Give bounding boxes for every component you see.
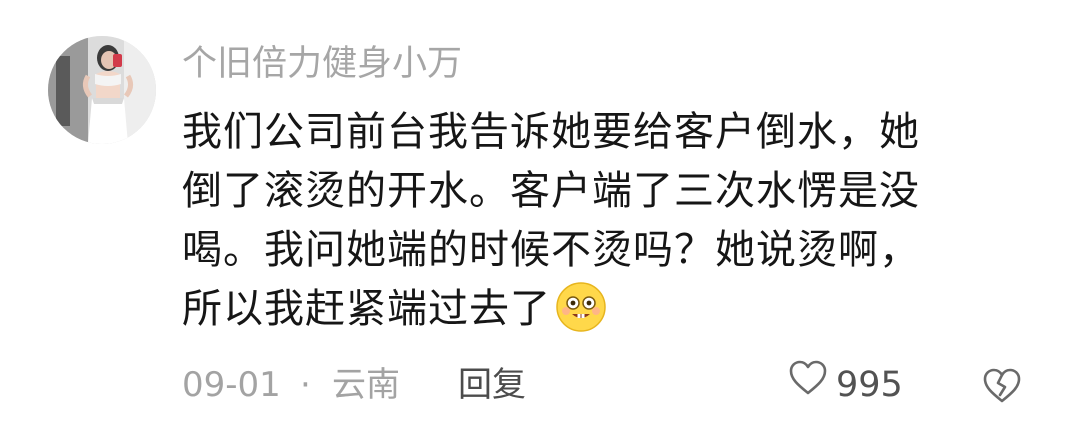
comment-footer: 09-01 · 云南 回复 995 (182, 360, 1042, 410)
comment-line: 倒了滚烫的开水。客户端了三次水愣是没 (182, 168, 920, 214)
comment-date: 09-01 (182, 365, 281, 405)
meta-separator: · (300, 365, 311, 405)
username[interactable]: 个旧倍力健身小万 (182, 40, 462, 88)
comment-line-last: 所以我赶紧端过去了 (182, 280, 1012, 339)
comment-location: 云南 (332, 365, 400, 405)
grinning-emoji-icon (555, 281, 607, 333)
comment-text: 我们公司前台我告诉她要给客户倒水，她 倒了滚烫的开水。客户端了三次水愣是没 喝。… (182, 103, 1012, 339)
heart-icon (788, 359, 828, 411)
broken-heart-icon[interactable] (982, 366, 1022, 406)
comment-line: 我们公司前台我告诉她要给客户倒水，她 (182, 109, 920, 155)
avatar[interactable] (48, 36, 156, 144)
comment-item: 个旧倍力健身小万 我们公司前台我告诉她要给客户倒水，她 倒了滚烫的开水。客户端了… (0, 0, 1080, 426)
reply-button[interactable]: 回复 (458, 360, 526, 410)
like-count: 995 (836, 365, 903, 405)
comment-line: 喝。我问她端的时候不烫吗？她说烫啊， (182, 227, 920, 273)
avatar-image (48, 36, 156, 144)
like-button[interactable]: 995 (788, 360, 903, 410)
comment-line-text: 所以我赶紧端过去了 (182, 286, 551, 332)
